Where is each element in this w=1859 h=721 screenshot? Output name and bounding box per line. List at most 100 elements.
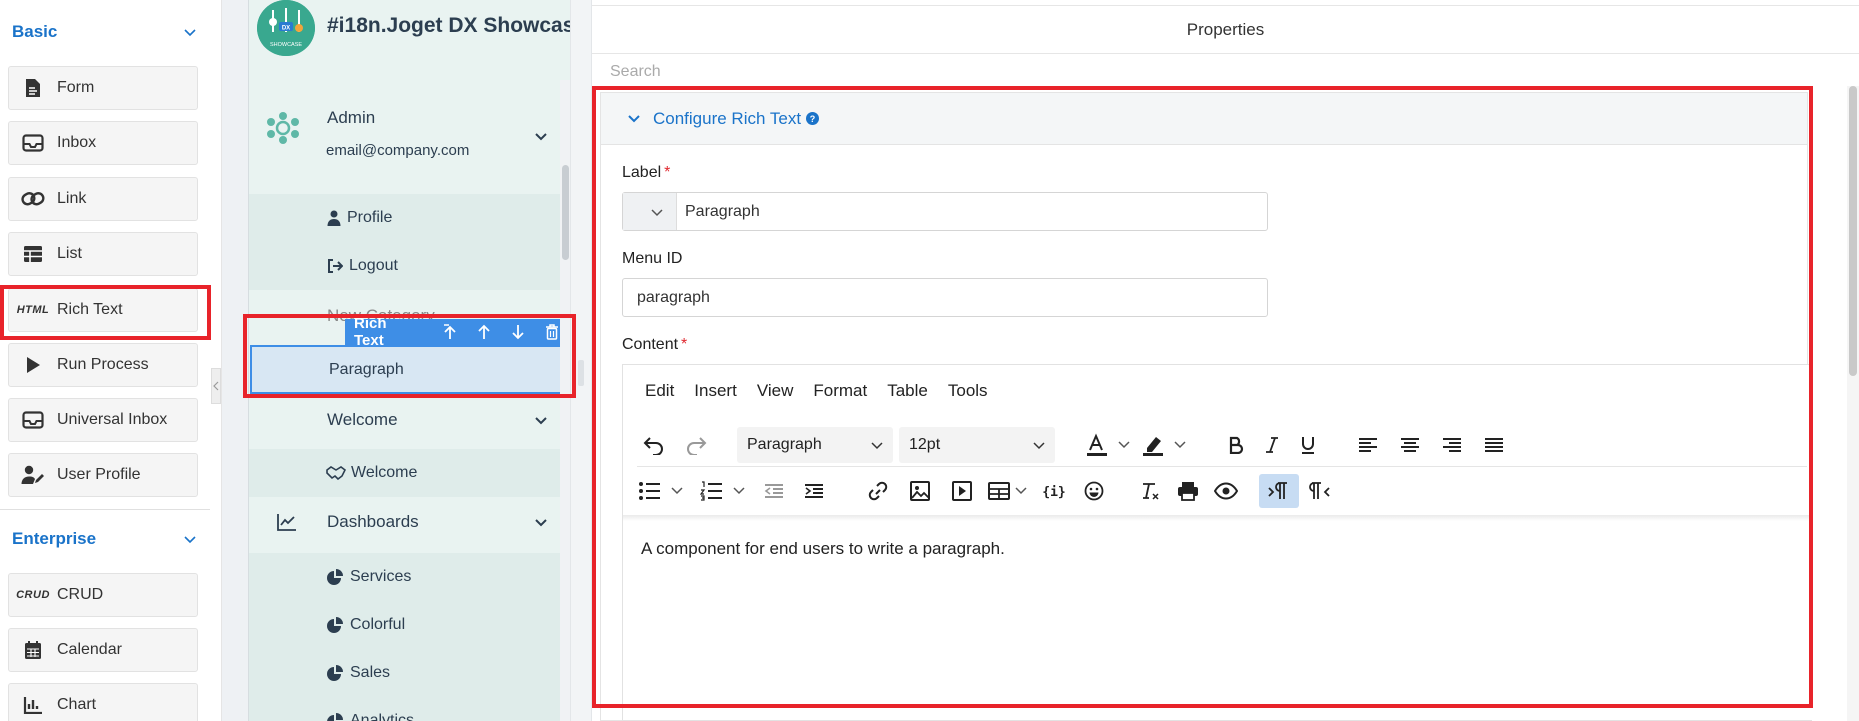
menu-item-sales[interactable]: Sales — [249, 649, 571, 697]
palette-item-chart[interactable]: Chart — [8, 683, 198, 721]
label-input[interactable] — [677, 193, 1257, 230]
align-right-button[interactable] — [1435, 428, 1469, 462]
align-left-button[interactable] — [1351, 428, 1385, 462]
clear-formatting-button[interactable] — [1133, 474, 1167, 508]
menu-category-dashboards[interactable]: Dashboards — [249, 498, 571, 546]
print-icon — [1178, 482, 1198, 501]
properties-search-input[interactable] — [610, 58, 1810, 86]
justify-icon — [1485, 437, 1503, 452]
redo-button[interactable] — [679, 428, 713, 462]
bullet-list-button[interactable] — [637, 474, 689, 508]
numbered-list-button[interactable] — [699, 474, 751, 508]
arrow-down-icon — [512, 325, 524, 340]
chevron-down-icon — [535, 417, 547, 425]
move-down-button[interactable] — [501, 319, 535, 345]
palette-item-list[interactable]: List — [8, 232, 198, 276]
palette-item-calendar[interactable]: Calendar — [8, 628, 198, 672]
table-button[interactable] — [987, 474, 1031, 508]
justify-button[interactable] — [1477, 428, 1511, 462]
insert-media-button[interactable] — [945, 474, 979, 508]
numbered-list-icon — [700, 481, 745, 501]
underline-button[interactable] — [1291, 428, 1325, 462]
scrollbar-thumb[interactable] — [562, 165, 569, 260]
block-format-value: Paragraph — [747, 435, 822, 453]
align-center-button[interactable] — [1393, 428, 1427, 462]
property-section-header[interactable]: Configure Rich Text ? — [601, 93, 1807, 145]
highlight-icon — [1143, 436, 1186, 456]
move-to-parent-button[interactable] — [433, 319, 467, 345]
move-up-button[interactable] — [467, 319, 501, 345]
palette-section-basic[interactable]: Basic — [0, 12, 210, 52]
ltr-button[interactable] — [1259, 474, 1299, 508]
preview-button[interactable] — [1209, 474, 1243, 508]
user-profile-category[interactable]: Admin email@company.com — [249, 90, 571, 190]
app-header: DX SHOWCASE #i18n.Joget DX Showcase — [249, 0, 586, 66]
menu-item-services[interactable]: Services — [249, 553, 571, 601]
chevron-down-icon — [184, 29, 196, 37]
properties-scrollbar[interactable] — [1847, 86, 1859, 721]
palette-section-title: Basic — [12, 22, 58, 41]
html-icon-text: HTML — [16, 304, 50, 316]
italic-button[interactable] — [1255, 428, 1289, 462]
scrollbar-thumb[interactable] — [1849, 86, 1857, 376]
insert-link-button[interactable] — [861, 474, 895, 508]
inbox-icon — [9, 411, 57, 429]
chevron-down-icon — [535, 519, 547, 527]
insert-image-button[interactable] — [903, 474, 937, 508]
splitter-grip[interactable] — [578, 360, 584, 386]
panel-splitter[interactable] — [570, 0, 592, 721]
menu-item-profile[interactable]: Profile — [249, 194, 571, 242]
editor-content-area[interactable]: A component for end users to write a par… — [641, 539, 1005, 559]
link-icon — [9, 190, 57, 208]
rtl-button[interactable] — [1303, 474, 1337, 508]
emoticons-button[interactable] — [1077, 474, 1111, 508]
menu-item-welcome[interactable]: Welcome — [249, 449, 571, 497]
menubar-format[interactable]: Format — [813, 381, 867, 401]
menu-item-paragraph-selected[interactable]: Paragraph — [250, 345, 570, 394]
clear-format-icon — [1143, 483, 1159, 500]
italic-icon — [1266, 436, 1278, 453]
menu-item-analytics[interactable]: Analytics — [249, 697, 571, 721]
background-color-button[interactable] — [1141, 428, 1193, 462]
menu-scrollbar[interactable] — [560, 80, 570, 721]
block-format-select[interactable]: Paragraph — [737, 426, 893, 463]
menu-item-label: Services — [350, 568, 412, 585]
menu-category-label: Dashboards — [327, 512, 419, 531]
menu-item-logout[interactable]: Logout — [249, 242, 571, 290]
menubar-tools[interactable]: Tools — [948, 381, 988, 401]
code-sample-button[interactable]: {i} — [1037, 474, 1071, 508]
undo-button[interactable] — [637, 428, 671, 462]
indent-button[interactable] — [797, 474, 831, 508]
menubar-edit[interactable]: Edit — [645, 381, 674, 401]
link-icon — [868, 481, 888, 501]
play-icon — [9, 356, 57, 374]
bold-button[interactable] — [1219, 428, 1253, 462]
palette-item-crud[interactable]: CRUD CRUD — [8, 573, 198, 617]
font-size-select[interactable]: 12pt — [899, 426, 1055, 463]
menubar-insert[interactable]: Insert — [694, 381, 737, 401]
print-button[interactable] — [1171, 474, 1205, 508]
palette-item-user-profile[interactable]: User Profile — [8, 453, 198, 497]
chevron-down-icon[interactable] — [533, 128, 549, 144]
language-dropdown[interactable] — [623, 193, 677, 230]
menubar-view[interactable]: View — [757, 381, 794, 401]
indent-icon — [805, 484, 823, 498]
palette-item-universal-inbox[interactable]: Universal Inbox — [8, 398, 198, 442]
user-icon — [327, 210, 341, 226]
menu-category-welcome[interactable]: Welcome — [249, 396, 571, 444]
palette-item-form[interactable]: Form — [8, 66, 198, 110]
menubar-table[interactable]: Table — [887, 381, 928, 401]
menu-id-input[interactable] — [623, 288, 1253, 307]
palette-item-link[interactable]: Link — [8, 177, 198, 221]
palette-section-enterprise[interactable]: Enterprise — [0, 519, 210, 559]
palette-collapse-handle[interactable] — [211, 368, 221, 404]
outdent-icon — [764, 484, 783, 498]
palette-item-inbox[interactable]: Inbox — [8, 121, 198, 165]
text-color-button[interactable] — [1085, 428, 1137, 462]
help-icon[interactable]: ? — [806, 112, 820, 125]
outdent-button[interactable] — [757, 474, 791, 508]
label-text: Label — [622, 164, 662, 181]
palette-item-rich-text[interactable]: HTML Rich Text — [8, 288, 198, 332]
menu-item-colorful[interactable]: Colorful — [249, 601, 571, 649]
palette-item-run-process[interactable]: Run Process — [8, 343, 198, 387]
